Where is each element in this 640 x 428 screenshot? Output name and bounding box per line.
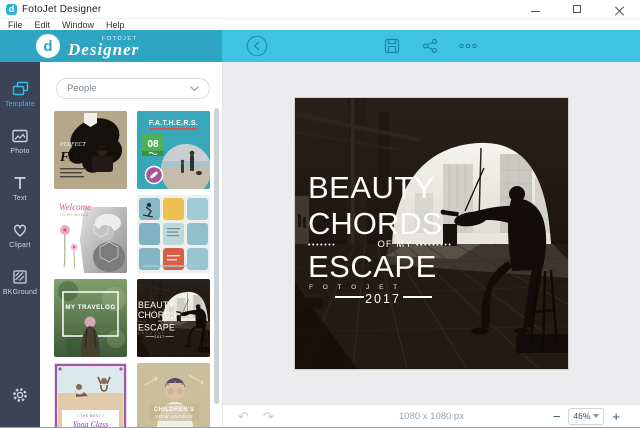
maximize-icon (573, 5, 581, 13)
sidebar-item-template[interactable]: Template (0, 70, 40, 117)
share-button[interactable] (419, 30, 441, 62)
text-icon (14, 177, 26, 189)
menu-window[interactable]: Window (56, 19, 100, 31)
thumb7-script: Yoga Class (73, 420, 109, 427)
category-value: People (67, 83, 97, 94)
thumb2-title: F.A.T.H.E.R.S. (149, 120, 198, 127)
close-button[interactable] (598, 0, 640, 18)
fotojet-logo-icon: d (36, 34, 60, 58)
back-button[interactable] (246, 30, 268, 62)
chevron-down-icon (190, 85, 199, 91)
thumb2-badge: 08 (147, 139, 159, 150)
workspace: BEAUTY CHORDS ••••••• OF MY ••••••••• ES… (222, 62, 640, 427)
maximize-button[interactable] (556, 0, 598, 18)
menu-bar: File Edit Window Help (0, 18, 640, 30)
more-options-button[interactable] (457, 30, 479, 62)
canvas-area: BEAUTY CHORDS ••••••• OF MY ••••••••• ES… (223, 62, 640, 404)
menu-file[interactable]: File (0, 19, 29, 31)
template-grid: PERFECT FIT F.A.T.H.E.R.S. 08 Welcome TO… (40, 99, 222, 427)
design-word3: ESCAPE (308, 249, 437, 284)
undo-button[interactable]: ↶ (223, 405, 256, 428)
clipart-label: Clipart (9, 242, 31, 249)
menu-help[interactable]: Help (100, 19, 131, 31)
gear-icon (13, 388, 27, 402)
status-bar: ↶ ↷ 1080 x 1080 px − 46% + (223, 404, 640, 427)
zoom-caret-icon (593, 414, 600, 418)
minimize-icon (530, 10, 540, 12)
zoom-controls: − 46% + (545, 405, 640, 428)
back-icon (246, 35, 268, 57)
thumb3-sub: TO MY WORLD (60, 213, 89, 217)
zoom-in-button[interactable]: + (604, 405, 628, 428)
template-thumb-beauty-chords[interactable] (137, 279, 210, 357)
template-thumb-fathers[interactable]: F.A.T.H.E.R.S. 08 (137, 111, 210, 189)
template-icon (12, 81, 29, 96)
template-thumb-travelog[interactable]: MY TRAVELOG (54, 279, 127, 357)
thumb5-title: MY TRAVELOG (65, 304, 115, 311)
save-button[interactable] (381, 30, 403, 62)
minimize-button[interactable] (514, 0, 556, 18)
thumb7-small: • THE BEST • (77, 414, 104, 418)
brand-top-label: FOTOJET (102, 35, 138, 42)
menu-edit[interactable]: Edit (29, 19, 57, 31)
redo-button[interactable]: ↷ (256, 405, 281, 428)
thumb3-script: Welcome (59, 202, 91, 212)
text-label: Text (13, 195, 27, 202)
brand-area: d FOTOJET Designer (0, 30, 222, 62)
title-bar: d FotoJet Designer (0, 0, 640, 18)
brand-wordmark: FOTOJET Designer (68, 35, 140, 59)
more-icon (459, 43, 477, 49)
sidebar-item-photo[interactable]: Photo (0, 117, 40, 164)
zoom-level-value: 46% (573, 411, 591, 421)
background-icon (13, 270, 27, 284)
panel-scrollbar[interactable] (214, 108, 219, 404)
sidebar-item-text[interactable]: Text (0, 164, 40, 211)
sidebar-item-clipart[interactable]: Clipart (0, 211, 40, 258)
template-thumb-yoga[interactable]: • THE BEST • Yoga Class (54, 363, 127, 427)
design-canvas[interactable]: BEAUTY CHORDS ••••••• OF MY ••••••••• ES… (294, 97, 570, 369)
settings-button[interactable] (11, 386, 29, 409)
bkground-label: BKGround (2, 289, 38, 296)
redo-icon: ↷ (262, 408, 274, 424)
sidebar: Template Photo Text Clipart BKGround (0, 62, 40, 427)
template-label: Template (4, 101, 35, 108)
app-logo-icon: d (6, 3, 17, 15)
app-window: d FotoJet Designer File Edit Window Help… (0, 0, 640, 428)
template-thumb-travel-collage[interactable] (137, 195, 210, 273)
design-word2: CHORDS (308, 206, 442, 241)
undo-icon: ↶ (238, 408, 249, 424)
category-dropdown[interactable]: People (56, 78, 210, 99)
zoom-level-select[interactable]: 46% (568, 407, 605, 425)
design-dots-left: ••••••• (308, 242, 336, 249)
design-scene: BEAUTY CHORDS ••••••• OF MY ••••••••• ES… (294, 97, 570, 369)
sidebar-item-bkground[interactable]: BKGround (0, 258, 40, 305)
save-icon (384, 38, 400, 54)
thumb8-line1: CHILDREN'S (154, 407, 194, 413)
template-thumb-perfect-fit[interactable]: PERFECT FIT (54, 111, 127, 189)
zoom-out-button[interactable]: − (545, 405, 569, 428)
toolbar: d FOTOJET Designer (0, 30, 640, 62)
close-icon (615, 5, 624, 14)
brand-name-label: Designer (68, 39, 140, 59)
template-thumb-welcome[interactable]: Welcome TO MY WORLD (54, 195, 127, 273)
design-word1: BEAUTY (308, 170, 435, 205)
share-icon (422, 38, 438, 54)
design-year: 2017 (365, 292, 401, 306)
template-thumb-childrens[interactable]: CHILDREN'S VIEW ANGELS (137, 363, 210, 427)
photo-icon (12, 129, 28, 143)
photo-label: Photo (10, 148, 30, 155)
thumb1-line1: PERFECT (59, 142, 86, 148)
window-title: FotoJet Designer (22, 3, 102, 15)
template-panel: People PERFECT FIT F.A.T.H.E.R.S. 08 Wel… (40, 62, 222, 427)
design-brand: F O T O J E T (309, 284, 401, 291)
window-controls (514, 0, 640, 18)
heart-icon (13, 224, 27, 237)
design-dots-right: ••••••••• (416, 242, 452, 249)
thumb8-line2: VIEW ANGELS (155, 414, 193, 419)
thumb1-line2: FIT (59, 150, 85, 165)
